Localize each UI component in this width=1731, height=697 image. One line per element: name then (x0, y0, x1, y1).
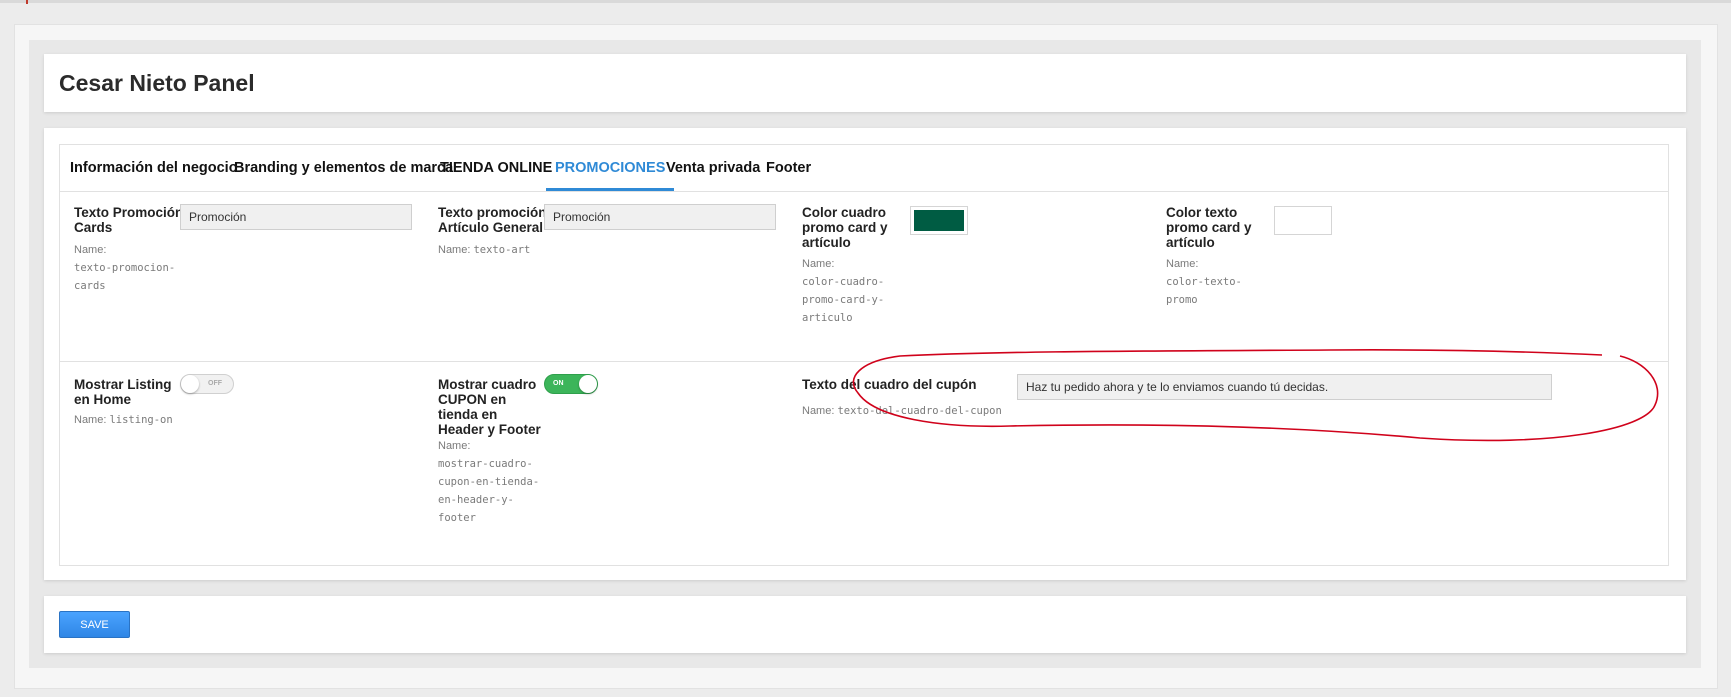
tab-venta-privada[interactable]: Venta privada (666, 145, 760, 191)
color-cuadro-fill (914, 210, 964, 231)
save-bar: SAVE (44, 596, 1686, 653)
field-label-texto-promocion-cards: Texto Promoción Cards (74, 205, 184, 235)
top-border (0, 0, 1731, 3)
tab-promociones[interactable]: PROMOCIONES (546, 145, 675, 191)
page-title: Cesar Nieto Panel (59, 70, 255, 96)
row-divider (60, 361, 1668, 362)
field-label-color-cuadro: Color cuadro promo card y artículo (802, 205, 888, 250)
field-label-mostrar-listing: Mostrar Listing en Home (74, 377, 172, 407)
mostrar-cupon-toggle[interactable]: ON (544, 374, 598, 394)
field-name-color-cuadro: Name: color-cuadro- promo-card-y- articu… (802, 258, 885, 324)
field-label-texto-cupon: Texto del cuadro del cupón (802, 377, 977, 392)
field-name-mostrar-listing: Name: listing-on (74, 414, 173, 426)
field-name-texto-cupon: Name: texto-del-cuadro-del-cupon (802, 405, 1002, 417)
toggle-state-text: OFF (208, 380, 222, 387)
field-label-color-texto: Color texto promo card y artículo (1166, 205, 1252, 250)
tab-informacion-negocio[interactable]: Información del negocio (70, 145, 238, 191)
settings-card: Información del negocio Branding y eleme… (44, 128, 1686, 580)
texto-promocion-cards-input[interactable] (180, 204, 412, 230)
tab-bar: Información del negocio Branding y eleme… (60, 145, 1668, 192)
color-texto-fill (1278, 210, 1328, 231)
save-button[interactable]: SAVE (59, 611, 130, 638)
tab-footer[interactable]: Footer (766, 145, 811, 191)
listing-on-toggle[interactable]: OFF (180, 374, 234, 394)
settings-box: Información del negocio Branding y eleme… (59, 144, 1669, 566)
tab-branding[interactable]: Branding y elementos de marca (234, 145, 453, 191)
toggle-knob (181, 375, 199, 393)
field-name-texto-art: Name: texto-art (438, 244, 531, 256)
toggle-state-text: ON (553, 380, 564, 387)
toggle-knob (579, 375, 597, 393)
panel-header: Cesar Nieto Panel (44, 54, 1686, 112)
texto-cupon-input[interactable] (1017, 374, 1552, 400)
tab-tienda-online[interactable]: TIENDA ONLINE (440, 145, 552, 191)
top-red-mark (26, 0, 28, 4)
field-name-mostrar-cupon: Name: mostrar-cuadro- cupon-en-tienda- e… (438, 440, 540, 524)
field-label-texto-art: Texto promoción Artículo General (438, 205, 547, 235)
field-label-mostrar-cupon: Mostrar cuadro CUPON en tienda en Header… (438, 377, 541, 437)
texto-art-input[interactable] (544, 204, 776, 230)
color-cuadro-swatch[interactable] (910, 206, 968, 235)
color-texto-swatch[interactable] (1274, 206, 1332, 235)
field-name-texto-promocion-cards: Name: texto-promocion- cards (74, 244, 176, 292)
field-name-color-texto: Name: color-texto- promo (1166, 258, 1242, 306)
